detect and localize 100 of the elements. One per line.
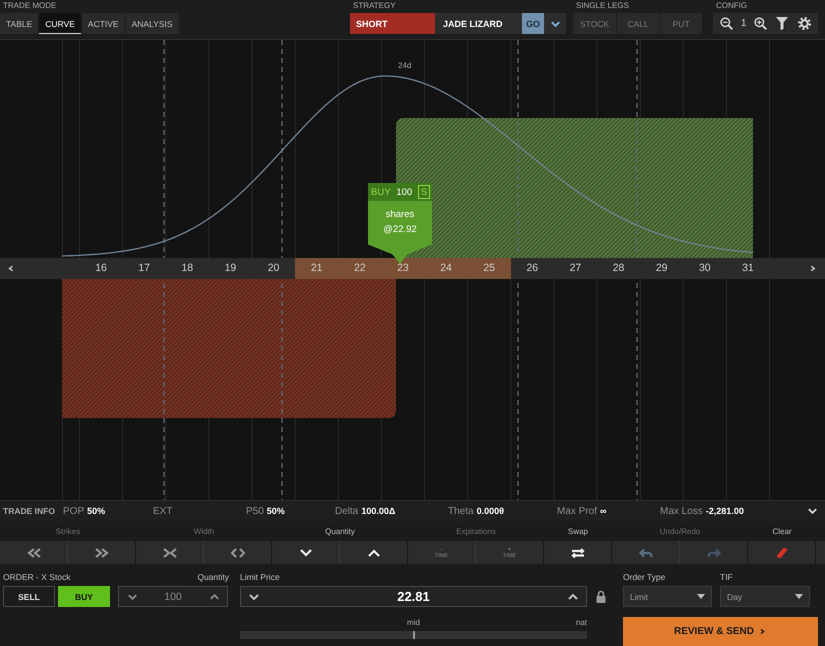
double-chevron-right-icon — [94, 548, 108, 558]
strategy-name: JADE LIZARD — [435, 13, 522, 34]
single-leg-button[interactable]: PUT — [660, 13, 702, 34]
double-chevron-left-icon — [26, 548, 40, 558]
single-leg-button[interactable]: STOCK — [573, 13, 616, 34]
chevron-up-icon — [208, 592, 220, 600]
zoom-out-button[interactable] — [718, 16, 735, 32]
direction-button[interactable]: SHORT — [350, 13, 435, 34]
chevron-up-icon — [366, 548, 380, 558]
group-label: Width — [192, 526, 216, 536]
section-label: STRATEGY — [352, 0, 396, 12]
chevron-right-icon — [759, 627, 767, 636]
limit-price-value: 22.81 — [397, 589, 430, 604]
strike-label: 28 — [612, 261, 626, 276]
mode-tab[interactable]: CURVE — [39, 13, 81, 34]
chevron-up-icon — [566, 592, 579, 600]
mode-tab[interactable]: ACTIVE — [82, 13, 125, 34]
nat-label: nat — [576, 618, 587, 626]
strike-label: 22 — [338, 258, 382, 279]
strike-label: 25 — [468, 258, 511, 279]
limit-price-label: Limit Price — [240, 572, 280, 582]
stat-label: P50 — [246, 506, 264, 516]
order-type-dropdown[interactable]: Limit — [623, 586, 712, 607]
strike-label: 19 — [224, 261, 238, 276]
mode-tab[interactable]: TABLE — [0, 13, 38, 34]
strike-label: 18 — [180, 261, 194, 276]
chevron-down-icon — [298, 548, 312, 558]
chevron-down-icon — [126, 592, 138, 600]
strike-label: 17 — [137, 261, 152, 276]
stat-value: -2,281.00 — [706, 506, 744, 516]
stat-value: 0.000θ — [476, 506, 504, 516]
group-label: Swap — [566, 526, 589, 536]
stat-label: Theta — [448, 506, 474, 516]
stat-label: Max Prof — [557, 506, 598, 516]
order-title: ORDER - X Stock — [2, 572, 72, 582]
chevron-down-icon — [248, 592, 260, 600]
swap-arrows-icon — [570, 548, 584, 558]
stat-value: 100.00Δ — [361, 506, 396, 516]
limit-price-field[interactable]: 22.81 — [240, 586, 587, 607]
strike-label: 23 — [381, 258, 424, 279]
chevron-down-icon — [806, 507, 818, 515]
group-label: Expirations — [455, 526, 497, 536]
order-side-label: BUY — [371, 186, 391, 198]
caret-down-icon — [795, 594, 803, 599]
order-price: @22.92 — [383, 224, 417, 236]
section-label: TRADE MODE — [2, 0, 56, 12]
group-label: Clear — [771, 526, 793, 536]
strike-label: 16 — [94, 261, 108, 276]
section-label: SINGLE LEGS — [575, 0, 629, 12]
review-send-button[interactable]: REVIEW & SEND — [623, 617, 818, 646]
go-button[interactable]: GO — [522, 13, 544, 34]
tif-dropdown[interactable]: Day — [720, 586, 810, 607]
order-quantity: 100 — [396, 186, 412, 198]
strike-label: 31 — [741, 261, 755, 276]
expiration-label: 24d — [398, 61, 412, 70]
strategy-dropdown-button[interactable] — [544, 13, 566, 34]
stat-value: 50% — [266, 506, 285, 516]
single-leg-button[interactable]: CALL — [617, 13, 660, 34]
quantity-value: 100 — [164, 590, 182, 602]
order-type-label: Order Type — [623, 572, 666, 582]
eraser-icon — [776, 548, 786, 558]
group-label: Undo/Redo — [658, 526, 702, 536]
zoom-level: 1 — [740, 18, 746, 29]
section-label: CONFIG — [715, 0, 748, 12]
quantity-label: Quantity — [196, 572, 229, 582]
order-side-button[interactable]: BUY — [58, 586, 110, 607]
group-label: Quantity — [324, 526, 356, 536]
zoom-out-icon — [720, 17, 734, 30]
redo-arrow-icon — [706, 548, 720, 558]
arrows-inward-icon — [162, 548, 176, 558]
stat-label: POP — [63, 506, 84, 516]
mid-label: mid — [407, 618, 420, 626]
filter-button[interactable] — [774, 16, 790, 32]
mode-tab[interactable]: ANALYSIS — [126, 13, 179, 34]
strike-label: 24 — [424, 258, 468, 279]
group-label: Strikes — [54, 526, 82, 536]
stat-label: Max Loss — [660, 506, 703, 516]
strike-label: 30 — [698, 261, 712, 276]
stat-label: Delta — [335, 506, 358, 516]
settings-button[interactable] — [796, 16, 812, 32]
chevron-right-icon — [808, 264, 818, 273]
caret-down-icon — [697, 594, 705, 599]
price-slider-track[interactable] — [240, 631, 587, 639]
tif-label: TIF — [720, 572, 734, 582]
order-description: shares — [386, 209, 414, 221]
filter-icon — [776, 17, 788, 30]
stat-value: 50% — [87, 506, 106, 516]
stat-label: EXT — [153, 506, 172, 516]
strike-label: 27 — [568, 261, 582, 276]
stat-value: ∞ — [600, 506, 606, 516]
strike-label: 26 — [525, 261, 540, 276]
lock-icon[interactable] — [596, 590, 606, 603]
zoom-in-icon — [754, 17, 767, 30]
chevron-down-icon — [550, 20, 560, 28]
zoom-in-button[interactable] — [752, 16, 768, 32]
strike-label: 29 — [654, 261, 669, 276]
strike-label: 20 — [266, 261, 280, 276]
order-side-button[interactable]: SELL — [3, 586, 55, 607]
unit-badge: S — [418, 185, 430, 199]
strike-label: 21 — [295, 258, 338, 279]
